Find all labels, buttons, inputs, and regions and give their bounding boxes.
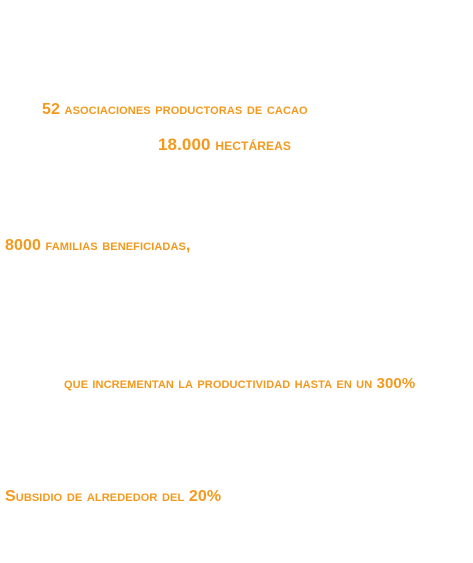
- associations-text: 52 asociaciones productoras de cacao: [42, 101, 308, 118]
- productivity-text: que incrementan la productividad hasta e…: [64, 375, 416, 392]
- families-text: 8000 familias beneficiadas,: [5, 237, 191, 254]
- hectares-text: 18.000 hectáreas: [158, 135, 291, 154]
- subsidy-text: Subsidio de alrededor del 20%: [5, 488, 222, 505]
